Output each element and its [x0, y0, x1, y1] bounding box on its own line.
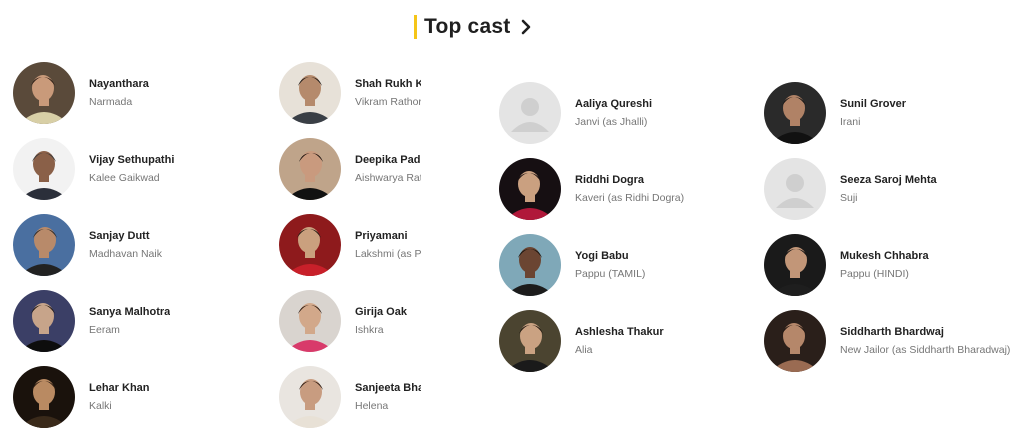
- character-name: Lakshmi (as Priyamani Raj): [355, 248, 421, 260]
- cast-photo[interactable]: [279, 366, 341, 428]
- character-name: Helena: [355, 400, 389, 412]
- top-cast-header[interactable]: Top cast: [414, 14, 534, 40]
- character-name: Pappu (TAMIL): [575, 268, 646, 280]
- cast-photo[interactable]: [764, 82, 826, 144]
- cast-member[interactable]: Sanjay Dutt Madhavan Naik: [13, 214, 162, 276]
- actor-name[interactable]: Shah Rukh Khan: [355, 77, 421, 91]
- cast-info: Sanjay Dutt Madhavan Naik: [89, 229, 162, 261]
- cast-info: Priyamani Lakshmi (as Priyamani Raj): [355, 229, 421, 261]
- character-name: New Jailor (as Siddharth Bharadwaj): [840, 344, 1011, 356]
- cast-info: Shah Rukh Khan Vikram Rathore: [355, 77, 421, 109]
- cast-member[interactable]: Nayanthara Narmada: [13, 62, 149, 124]
- character-name: Vikram Rathore: [355, 96, 421, 108]
- cast-member[interactable]: Seeza Saroj Mehta Suji: [764, 158, 937, 220]
- actor-name[interactable]: Girija Oak: [355, 305, 421, 319]
- character-name: Narmada: [89, 96, 133, 108]
- cast-member[interactable]: Sanya Malhotra Eeram: [13, 290, 170, 352]
- actor-name[interactable]: Deepika Padukone: [355, 153, 421, 167]
- cast-photo[interactable]: [279, 138, 341, 200]
- cast-info: Lehar Khan Kalki: [89, 381, 150, 413]
- cast-member[interactable]: Siddharth Bhardwaj New Jailor (as Siddhar…: [764, 310, 1010, 372]
- actor-name[interactable]: Sanjeeta Bhattacharya: [355, 381, 421, 395]
- character-name: Madhavan Naik: [89, 248, 162, 260]
- character-name: Suji: [840, 192, 858, 204]
- character-name: Aishwarya Rathore: [355, 172, 421, 184]
- cast-member[interactable]: Priyamani Lakshmi (as Priyamani Raj): [279, 214, 421, 276]
- cast-member[interactable]: Mukesh Chhabra Pappu (HINDI): [764, 234, 929, 296]
- actor-name[interactable]: Yogi Babu: [575, 249, 645, 263]
- cast-photo[interactable]: [279, 214, 341, 276]
- cast-photo[interactable]: [499, 158, 561, 220]
- cast-info: Sanya Malhotra Eeram: [89, 305, 170, 337]
- cast-info: Deepika Padukone Aishwarya Rathore: [355, 153, 421, 185]
- actor-name[interactable]: Vijay Sethupathi: [89, 153, 174, 167]
- cast-photo[interactable]: [13, 62, 75, 124]
- actor-name[interactable]: Ashlesha Thakur: [575, 325, 664, 339]
- title-accent-bar: [414, 15, 417, 39]
- character-name: Alia: [575, 344, 593, 356]
- cast-member[interactable]: Deepika Padukone Aishwarya Rathore: [279, 138, 421, 200]
- cast-info: Aaliya Qureshi Janvi (as Jhalli): [575, 97, 652, 129]
- cast-member[interactable]: Shah Rukh Khan Vikram Rathore: [279, 62, 421, 124]
- chevron-right-icon[interactable]: [520, 18, 534, 36]
- cast-photo[interactable]: [499, 310, 561, 372]
- character-name: Kalki: [89, 400, 112, 412]
- avatar-placeholder-icon[interactable]: [499, 82, 561, 144]
- character-name: Pappu (HINDI): [840, 268, 909, 280]
- cast-photo[interactable]: [499, 234, 561, 296]
- actor-name[interactable]: Siddharth Bhardwaj: [840, 325, 1010, 339]
- cast-member[interactable]: Yogi Babu Pappu (TAMIL): [499, 234, 645, 296]
- character-name: Kaveri (as Ridhi Dogra): [575, 192, 685, 204]
- cast-photo[interactable]: [13, 366, 75, 428]
- actor-name[interactable]: Riddhi Dogra: [575, 173, 684, 187]
- character-name: Kalee Gaikwad: [89, 172, 160, 184]
- cast-info: Sunil Grover Irani: [840, 97, 906, 129]
- cast-member[interactable]: Sanjeeta Bhattacharya Helena: [279, 366, 421, 428]
- character-name: Irani: [840, 116, 861, 128]
- cast-member[interactable]: Vijay Sethupathi Kalee Gaikwad: [13, 138, 174, 200]
- cast-info: Mukesh Chhabra Pappu (HINDI): [840, 249, 929, 281]
- actor-name[interactable]: Priyamani: [355, 229, 421, 243]
- cast-photo[interactable]: [13, 138, 75, 200]
- character-name: Janvi (as Jhalli): [575, 116, 648, 128]
- cast-photo[interactable]: [13, 214, 75, 276]
- cast-info: Girija Oak Ishkra: [355, 305, 421, 337]
- cast-info: Ashlesha Thakur Alia: [575, 325, 664, 357]
- cast-info: Sanjeeta Bhattacharya Helena: [355, 381, 421, 413]
- character-name: Eeram: [89, 324, 120, 336]
- cast-info: Nayanthara Narmada: [89, 77, 149, 109]
- cast-member[interactable]: Ashlesha Thakur Alia: [499, 310, 664, 372]
- cast-photo[interactable]: [764, 234, 826, 296]
- actor-name[interactable]: Lehar Khan: [89, 381, 150, 395]
- avatar-placeholder-icon[interactable]: [764, 158, 826, 220]
- actor-name[interactable]: Seeza Saroj Mehta: [840, 173, 937, 187]
- cast-photo[interactable]: [764, 310, 826, 372]
- actor-name[interactable]: Sunil Grover: [840, 97, 906, 111]
- cast-member[interactable]: Lehar Khan Kalki: [13, 366, 150, 428]
- cast-photo[interactable]: [279, 62, 341, 124]
- actor-name[interactable]: Sanjay Dutt: [89, 229, 162, 243]
- cast-info: Seeza Saroj Mehta Suji: [840, 173, 937, 205]
- cast-member[interactable]: Sunil Grover Irani: [764, 82, 906, 144]
- cast-info: Vijay Sethupathi Kalee Gaikwad: [89, 153, 174, 185]
- actor-name[interactable]: Mukesh Chhabra: [840, 249, 929, 263]
- cast-member[interactable]: Aaliya Qureshi Janvi (as Jhalli): [499, 82, 652, 144]
- cast-info: Siddharth Bhardwaj New Jailor (as Siddhar…: [840, 325, 1010, 357]
- actor-name[interactable]: Sanya Malhotra: [89, 305, 170, 319]
- cast-member[interactable]: Girija Oak Ishkra: [279, 290, 421, 352]
- character-name: Ishkra: [355, 324, 384, 336]
- actor-name[interactable]: Nayanthara: [89, 77, 149, 91]
- section-title: Top cast: [424, 15, 511, 38]
- cast-photo[interactable]: [13, 290, 75, 352]
- cast-photo[interactable]: [279, 290, 341, 352]
- cast-info: Riddhi Dogra Kaveri (as Ridhi Dogra): [575, 173, 684, 205]
- actor-name[interactable]: Aaliya Qureshi: [575, 97, 652, 111]
- cast-info: Yogi Babu Pappu (TAMIL): [575, 249, 645, 281]
- cast-member[interactable]: Riddhi Dogra Kaveri (as Ridhi Dogra): [499, 158, 684, 220]
